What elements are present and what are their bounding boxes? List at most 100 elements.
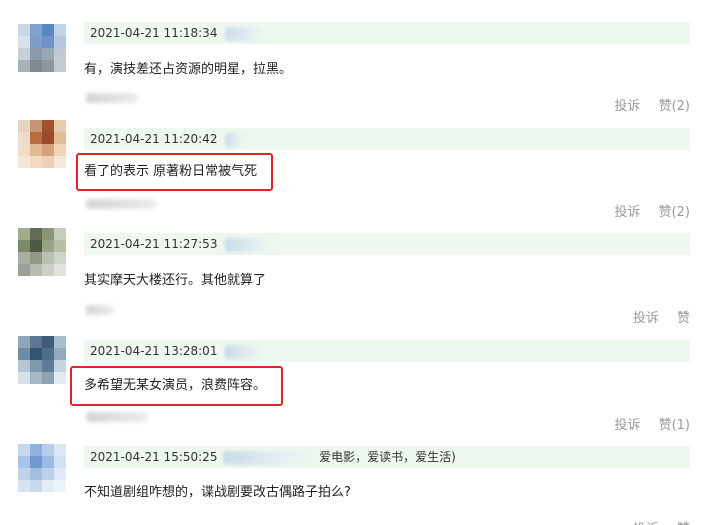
avatar-pixel	[42, 60, 54, 72]
avatar-pixel	[42, 228, 54, 240]
avatar-pixel	[18, 336, 30, 348]
comment-text: 多希望无某女演员，浪费阵容。	[84, 378, 267, 393]
avatar-pixel	[42, 444, 54, 456]
avatar-pixel	[54, 252, 66, 264]
username-blurred[interactable]	[223, 450, 316, 465]
avatar-pixel	[42, 468, 54, 480]
avatar-pixel	[42, 36, 54, 48]
report-link[interactable]: 投诉	[614, 205, 640, 220]
avatar-pixel	[54, 48, 66, 60]
username-blurred[interactable]	[225, 344, 266, 359]
avatar-pixel	[18, 264, 30, 276]
avatar-pixel	[42, 120, 54, 132]
avatar-pixel	[42, 360, 54, 372]
avatar[interactable]	[18, 444, 66, 492]
avatar-pixel	[54, 480, 66, 492]
avatar-pixel	[30, 120, 42, 132]
avatar-pixel	[54, 156, 66, 168]
avatar-pixel	[42, 48, 54, 60]
avatar-pixel	[30, 348, 42, 360]
avatar-pixel	[30, 60, 42, 72]
avatar-pixel	[54, 372, 66, 384]
avatar-pixel	[18, 228, 30, 240]
comment-meta: 2021-04-21 13:28:01	[84, 340, 690, 362]
comment-text: 有，演技差还占资源的明星，拉黑。	[84, 62, 293, 77]
avatar-pixel	[18, 60, 30, 72]
avatar-pixel	[54, 132, 66, 144]
reply-info-blurred	[86, 305, 114, 315]
avatar-pixel	[54, 24, 66, 36]
avatar-pixel	[54, 60, 66, 72]
comment-actions: 投诉 赞	[619, 518, 690, 525]
avatar-pixel	[42, 264, 54, 276]
avatar-pixel	[42, 132, 54, 144]
avatar-pixel	[42, 336, 54, 348]
avatar-pixel	[18, 444, 30, 456]
comment-actions: 投诉 赞	[619, 307, 690, 326]
avatar-pixel	[42, 240, 54, 252]
username-blurred[interactable]	[225, 132, 246, 147]
username-blurred[interactable]	[225, 26, 266, 41]
avatar-pixel	[30, 252, 42, 264]
avatar-pixel	[30, 360, 42, 372]
reply-info-blurred	[86, 199, 156, 209]
avatar-pixel	[54, 264, 66, 276]
avatar-pixel	[30, 480, 42, 492]
avatar-pixel	[30, 240, 42, 252]
like-button[interactable]: 赞(2)	[659, 99, 690, 114]
avatar[interactable]	[18, 120, 66, 168]
avatar-pixel	[54, 120, 66, 132]
report-link[interactable]: 投诉	[614, 99, 640, 114]
comment-actions: 投诉 赞(1)	[600, 414, 690, 433]
avatar-pixel	[54, 348, 66, 360]
avatar-pixel	[54, 228, 66, 240]
avatar-pixel	[30, 336, 42, 348]
comment-timestamp: 2021-04-21 15:50:25	[90, 450, 218, 464]
avatar-pixel	[54, 360, 66, 372]
avatar-pixel	[42, 252, 54, 264]
avatar[interactable]	[18, 336, 66, 384]
avatar-pixel	[18, 48, 30, 60]
avatar-pixel	[30, 444, 42, 456]
comment-text: 其实摩天大楼还行。其他就算了	[84, 273, 267, 288]
avatar[interactable]	[18, 24, 66, 72]
avatar-pixel	[18, 480, 30, 492]
like-button[interactable]: 赞	[677, 311, 690, 326]
reply-info-blurred	[86, 412, 148, 422]
avatar-pixel	[30, 144, 42, 156]
avatar-pixel	[30, 264, 42, 276]
comment-meta: 2021-04-21 11:20:42	[84, 128, 690, 150]
avatar[interactable]	[18, 228, 66, 276]
avatar-pixel	[54, 36, 66, 48]
avatar-pixel	[18, 360, 30, 372]
avatar-pixel	[18, 240, 30, 252]
comment-meta: 2021-04-21 11:27:53	[84, 233, 690, 255]
avatar-pixel	[54, 240, 66, 252]
avatar-pixel	[30, 468, 42, 480]
avatar-pixel	[42, 156, 54, 168]
avatar-pixel	[42, 144, 54, 156]
report-link[interactable]: 投诉	[614, 418, 640, 433]
avatar-pixel	[54, 468, 66, 480]
comment-actions: 投诉 赞(2)	[600, 95, 690, 114]
avatar-pixel	[18, 468, 30, 480]
avatar-pixel	[42, 456, 54, 468]
comment-actions: 投诉 赞(2)	[600, 201, 690, 220]
avatar-pixel	[18, 372, 30, 384]
comment-text: 不知道剧组咋想的，谍战剧要改古偶路子拍么?	[84, 485, 351, 500]
like-button[interactable]: 赞(2)	[659, 205, 690, 220]
avatar-pixel	[18, 24, 30, 36]
avatar-pixel	[30, 36, 42, 48]
like-button[interactable]: 赞(1)	[659, 418, 690, 433]
avatar-pixel	[42, 24, 54, 36]
comment-timestamp: 2021-04-21 11:18:34	[90, 26, 218, 40]
username-blurred[interactable]	[225, 237, 274, 252]
report-link[interactable]: 投诉	[633, 311, 659, 326]
avatar-pixel	[30, 48, 42, 60]
avatar-pixel	[30, 24, 42, 36]
user-tags: 爱电影，爱读书，爱生活)	[319, 450, 456, 464]
avatar-pixel	[18, 120, 30, 132]
avatar-pixel	[30, 228, 42, 240]
comment-meta: 2021-04-21 11:18:34	[84, 22, 690, 44]
avatar-pixel	[30, 132, 42, 144]
